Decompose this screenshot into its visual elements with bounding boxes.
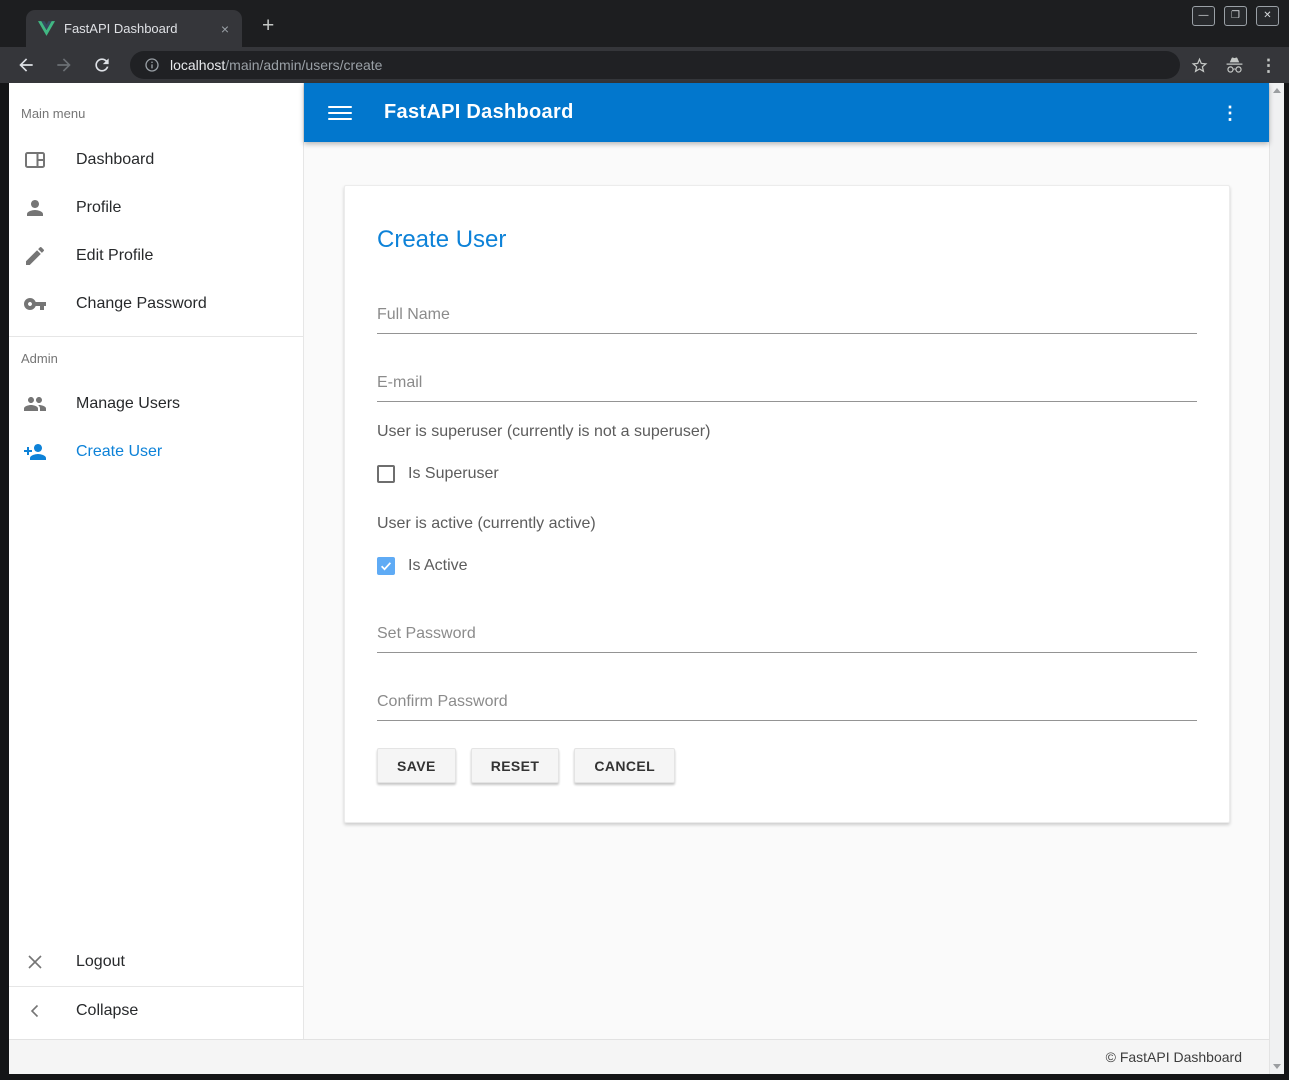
url-text: localhost/main/admin/users/create (170, 57, 382, 73)
confirm-password-input[interactable] (377, 693, 1197, 711)
sidebar-item-profile[interactable]: Profile (9, 184, 303, 232)
close-x-icon (23, 950, 47, 974)
scroll-up-icon[interactable] (1273, 88, 1281, 93)
set-password-input[interactable] (377, 625, 1197, 643)
sidebar-item-label: Edit Profile (76, 247, 153, 265)
tab-close-icon[interactable]: × (216, 20, 234, 38)
url-host: localhost (170, 57, 225, 73)
pencil-icon (23, 244, 47, 268)
tab-title: FastAPI Dashboard (64, 21, 216, 36)
sidebar: Main menu Dashboard Profile (9, 83, 304, 1039)
browser-menu-icon[interactable]: ⋮ (1260, 57, 1277, 74)
back-icon[interactable] (14, 53, 38, 77)
chevron-left-icon (23, 999, 47, 1023)
minimize-button[interactable]: — (1192, 6, 1215, 26)
main-area: FastAPI Dashboard ⋮ Create User (304, 83, 1269, 1039)
form-actions: SAVE RESET CANCEL (377, 748, 1197, 783)
bookmark-star-icon[interactable] (1190, 56, 1209, 75)
person-add-icon (23, 440, 47, 464)
sidebar-item-label: Logout (76, 953, 125, 971)
browser-window: FastAPI Dashboard × + — ❐ ✕ localhost/ma… (0, 0, 1289, 1080)
full-name-input[interactable] (377, 306, 1197, 324)
sidebar-item-label: Change Password (76, 295, 207, 313)
set-password-field-wrap (377, 625, 1197, 653)
person-icon (23, 196, 47, 220)
appbar-title: FastAPI Dashboard (384, 101, 1215, 124)
checkbox-unchecked-icon[interactable] (377, 465, 395, 483)
sidebar-item-label: Create User (76, 443, 162, 461)
sidebar-section-main-menu: Main menu (9, 83, 303, 136)
window-controls: — ❐ ✕ (1192, 6, 1279, 26)
key-icon (23, 292, 47, 316)
checkbox-checked-icon[interactable] (377, 557, 395, 575)
browser-toolbar: localhost/main/admin/users/create ⋮ (0, 47, 1289, 83)
cancel-button[interactable]: CANCEL (574, 748, 675, 783)
incognito-icon (1225, 56, 1244, 75)
sidebar-item-create-user[interactable]: Create User (9, 428, 303, 476)
save-button[interactable]: SAVE (377, 748, 456, 783)
page-viewport: Main menu Dashboard Profile (9, 83, 1284, 1074)
sidebar-spacer (9, 476, 303, 938)
page-info-icon[interactable] (144, 57, 160, 73)
hamburger-icon[interactable] (328, 101, 352, 125)
browser-tab[interactable]: FastAPI Dashboard × (26, 10, 242, 47)
reload-icon[interactable] (90, 53, 114, 77)
tab-strip: FastAPI Dashboard × + — ❐ ✕ (0, 0, 1289, 47)
sidebar-item-dashboard[interactable]: Dashboard (9, 136, 303, 184)
people-icon (23, 392, 47, 416)
maximize-button[interactable]: ❐ (1224, 6, 1247, 26)
app-bar: FastAPI Dashboard ⋮ (304, 83, 1269, 142)
email-input[interactable] (377, 374, 1197, 392)
sidebar-item-edit-profile[interactable]: Edit Profile (9, 232, 303, 280)
close-button[interactable]: ✕ (1256, 6, 1279, 26)
copyright-text: © FastAPI Dashboard (1106, 1049, 1242, 1065)
sidebar-item-label: Dashboard (76, 151, 154, 169)
checkbox-label: Is Active (408, 557, 468, 575)
page-footer: © FastAPI Dashboard (9, 1039, 1269, 1074)
page-content: Create User User is superuser (currently… (304, 142, 1269, 1039)
sidebar-item-collapse[interactable]: Collapse (9, 987, 303, 1035)
url-path: /main/admin/users/create (225, 57, 382, 73)
scroll-down-icon[interactable] (1273, 1064, 1281, 1069)
dashboard-icon (23, 148, 47, 172)
superuser-checkbox-row[interactable]: Is Superuser (377, 465, 1197, 483)
full-name-field-wrap (377, 306, 1197, 334)
sidebar-item-change-password[interactable]: Change Password (9, 280, 303, 328)
sidebar-item-label: Profile (76, 199, 121, 217)
confirm-password-field-wrap (377, 693, 1197, 721)
vue-logo-icon (38, 21, 55, 36)
new-tab-button[interactable]: + (262, 17, 274, 35)
page-title: Create User (377, 226, 1197, 254)
sidebar-section-admin: Admin (9, 337, 303, 380)
active-hint: User is active (currently active) (377, 515, 1197, 533)
sidebar-item-label: Collapse (76, 1002, 138, 1020)
url-bar[interactable]: localhost/main/admin/users/create (130, 51, 1180, 79)
create-user-card: Create User User is superuser (currently… (344, 185, 1230, 823)
toolbar-actions: ⋮ (1190, 56, 1277, 75)
kebab-menu-icon[interactable]: ⋮ (1215, 104, 1245, 122)
sidebar-item-label: Manage Users (76, 395, 180, 413)
checkbox-label: Is Superuser (408, 465, 499, 483)
email-field-wrap (377, 374, 1197, 402)
sidebar-item-logout[interactable]: Logout (9, 938, 303, 986)
active-checkbox-row[interactable]: Is Active (377, 557, 1197, 575)
sidebar-item-manage-users[interactable]: Manage Users (9, 380, 303, 428)
reset-button[interactable]: RESET (471, 748, 560, 783)
superuser-hint: User is superuser (currently is not a su… (377, 423, 1197, 441)
scrollbar[interactable] (1269, 83, 1284, 1074)
forward-icon[interactable] (52, 53, 76, 77)
